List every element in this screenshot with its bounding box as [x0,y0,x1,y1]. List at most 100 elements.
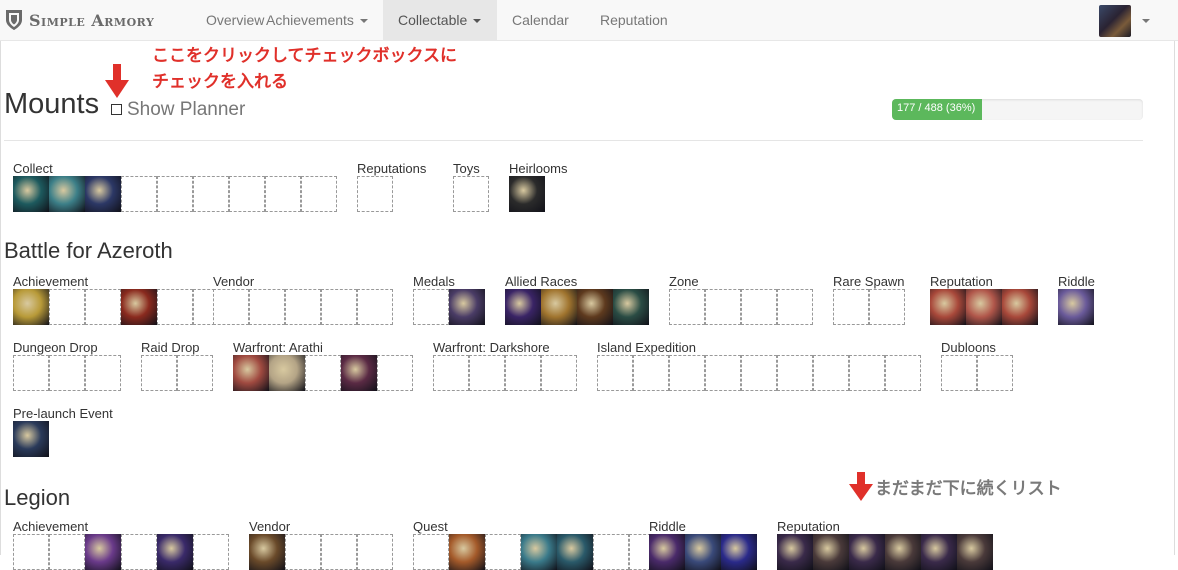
mount-icon[interactable] [813,534,849,570]
nav-collectable-label: Collectable [398,12,468,28]
mount-icon[interactable] [49,176,85,212]
empty-mount-slot[interactable] [469,355,505,391]
empty-mount-slot[interactable] [49,534,85,570]
empty-mount-slot[interactable] [321,534,357,570]
empty-mount-slot[interactable] [49,355,85,391]
empty-mount-slot[interactable] [813,355,849,391]
empty-mount-slot[interactable] [177,355,213,391]
empty-mount-slot[interactable] [13,534,49,570]
show-planner-checkbox[interactable] [111,104,122,115]
mount-icon[interactable] [85,534,121,570]
empty-mount-slot[interactable] [941,355,977,391]
mount-icon[interactable] [13,289,49,325]
mount-icon[interactable] [541,289,577,325]
empty-mount-slot[interactable] [505,355,541,391]
empty-mount-slot[interactable] [193,176,229,212]
mount-icon[interactable] [777,534,813,570]
empty-mount-slot[interactable] [633,355,669,391]
empty-mount-slot[interactable] [597,355,633,391]
empty-mount-slot[interactable] [377,355,413,391]
mount-icon[interactable] [1002,289,1038,325]
mount-icon[interactable] [341,355,377,391]
empty-mount-slot[interactable] [885,355,921,391]
empty-mount-slot[interactable] [265,176,301,212]
mount-icon[interactable] [85,176,121,212]
empty-mount-slot[interactable] [705,289,741,325]
empty-mount-slot[interactable] [213,289,249,325]
empty-mount-slot[interactable] [357,176,393,212]
nav-calendar[interactable]: Calendar [497,0,584,41]
empty-mount-slot[interactable] [413,534,449,570]
empty-mount-slot[interactable] [777,355,813,391]
mount-icon[interactable] [121,289,157,325]
mount-icon[interactable] [449,289,485,325]
empty-mount-slot[interactable] [121,534,157,570]
mount-icon[interactable] [13,421,49,457]
empty-mount-slot[interactable] [741,289,777,325]
empty-mount-slot[interactable] [249,289,285,325]
mount-icon[interactable] [957,534,993,570]
empty-mount-slot[interactable] [453,176,489,212]
empty-mount-slot[interactable] [777,289,813,325]
chevron-down-icon[interactable] [1142,19,1150,23]
empty-mount-slot[interactable] [357,289,393,325]
mount-icon[interactable] [1058,289,1094,325]
empty-mount-slot[interactable] [157,176,193,212]
empty-mount-slot[interactable] [705,355,741,391]
empty-mount-slot[interactable] [285,534,321,570]
show-planner-label[interactable]: Show Planner [127,99,245,121]
nav-achievements[interactable]: Achievements [251,0,383,41]
mount-icon[interactable] [930,289,966,325]
empty-mount-slot[interactable] [141,355,177,391]
mount-icon[interactable] [521,534,557,570]
mount-icon[interactable] [613,289,649,325]
empty-mount-slot[interactable] [849,355,885,391]
empty-mount-slot[interactable] [869,289,905,325]
empty-mount-slot[interactable] [301,176,337,212]
empty-mount-slot[interactable] [977,355,1013,391]
nav-collectable[interactable]: Collectable [383,0,497,41]
empty-mount-slot[interactable] [193,534,229,570]
empty-mount-slot[interactable] [85,355,121,391]
nav-reputation[interactable]: Reputation [585,0,683,41]
mount-icon[interactable] [885,534,921,570]
empty-mount-slot[interactable] [741,355,777,391]
mount-icon[interactable] [649,534,685,570]
category-slots [597,355,921,391]
empty-mount-slot[interactable] [541,355,577,391]
empty-mount-slot[interactable] [593,534,629,570]
empty-mount-slot[interactable] [305,355,341,391]
empty-mount-slot[interactable] [485,534,521,570]
empty-mount-slot[interactable] [413,289,449,325]
mount-icon[interactable] [921,534,957,570]
mount-icon[interactable] [577,289,613,325]
mount-icon[interactable] [13,176,49,212]
mount-icon[interactable] [449,534,485,570]
brand-logo[interactable]: Simple Armory [4,7,154,33]
mount-icon[interactable] [269,355,305,391]
empty-mount-slot[interactable] [433,355,469,391]
empty-mount-slot[interactable] [669,355,705,391]
mount-icon[interactable] [966,289,1002,325]
empty-mount-slot[interactable] [157,289,193,325]
empty-mount-slot[interactable] [669,289,705,325]
empty-mount-slot[interactable] [49,289,85,325]
avatar[interactable] [1099,5,1131,37]
mount-icon[interactable] [157,534,193,570]
empty-mount-slot[interactable] [285,289,321,325]
mount-icon[interactable] [505,289,541,325]
mount-icon[interactable] [233,355,269,391]
mount-icon[interactable] [249,534,285,570]
mount-icon[interactable] [685,534,721,570]
mount-icon[interactable] [721,534,757,570]
empty-mount-slot[interactable] [229,176,265,212]
empty-mount-slot[interactable] [357,534,393,570]
mount-icon[interactable] [849,534,885,570]
empty-mount-slot[interactable] [833,289,869,325]
empty-mount-slot[interactable] [85,289,121,325]
mount-icon[interactable] [557,534,593,570]
empty-mount-slot[interactable] [121,176,157,212]
mount-icon[interactable] [509,176,545,212]
empty-mount-slot[interactable] [321,289,357,325]
empty-mount-slot[interactable] [13,355,49,391]
